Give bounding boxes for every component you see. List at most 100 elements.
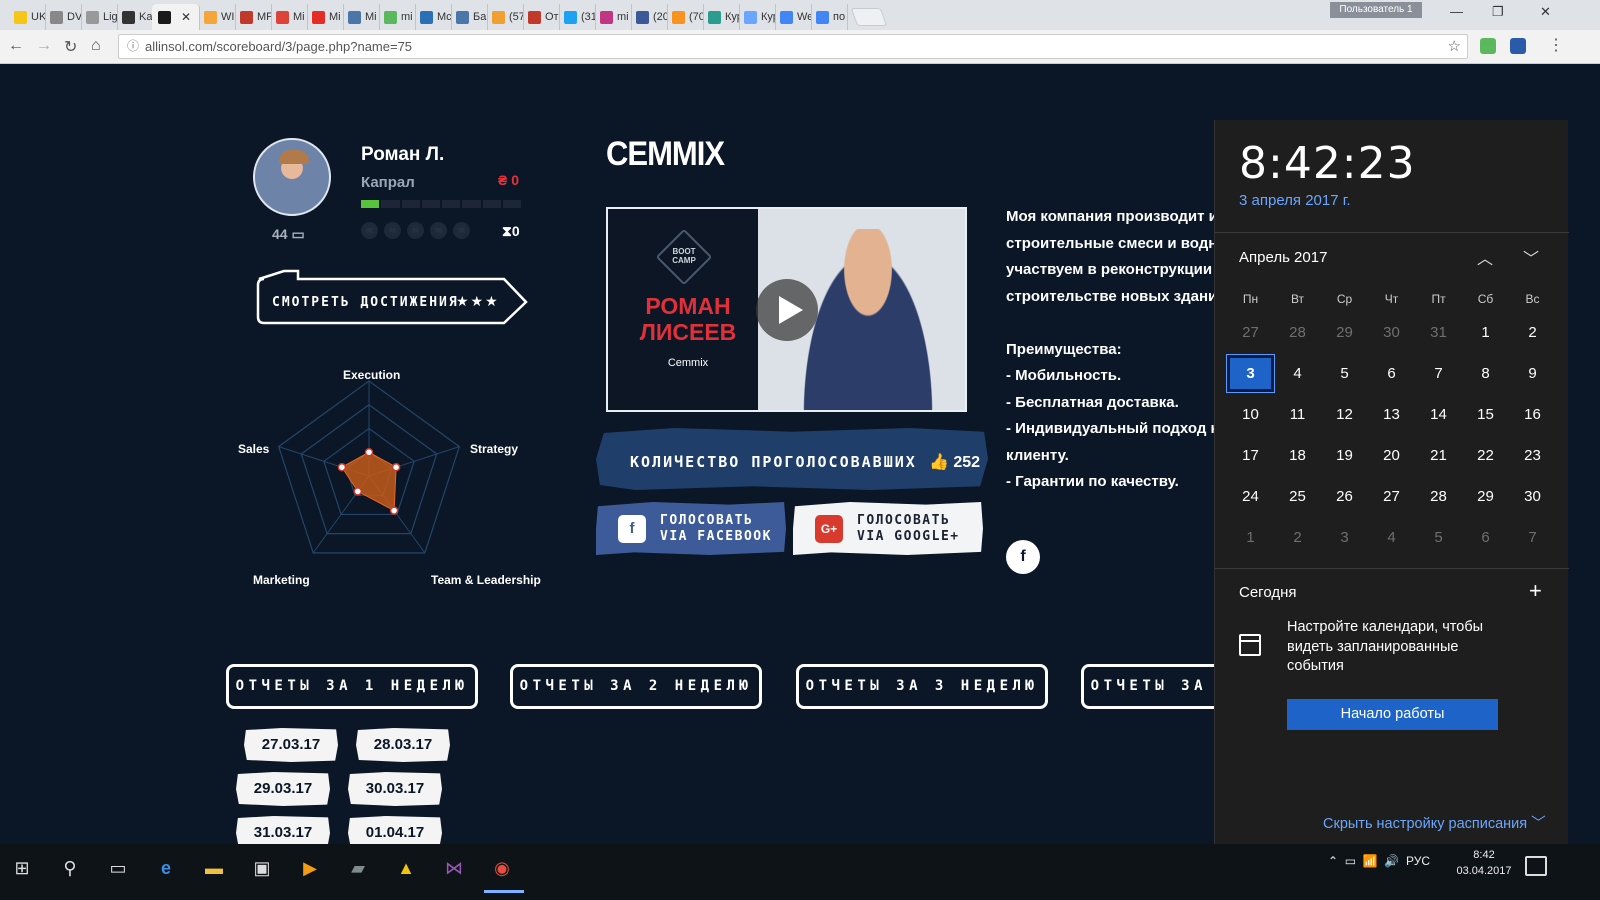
date-button[interactable]: 30.03.17 — [348, 772, 442, 806]
calendar-day[interactable]: 13 — [1368, 406, 1415, 423]
calendar-day[interactable]: 14 — [1415, 406, 1462, 423]
language-indicator[interactable]: РУС — [1406, 854, 1430, 868]
store-icon[interactable]: ▣ — [250, 856, 274, 880]
profile-chip[interactable]: Пользователь 1 — [1330, 2, 1422, 18]
chevron-up-icon[interactable]: ︿ — [1477, 245, 1493, 269]
search-icon[interactable]: ⚲ — [58, 856, 82, 880]
calendar-day[interactable]: 27 — [1227, 324, 1274, 341]
week-3-reports-button[interactable]: ОТЧЕТЫ ЗА 3 НЕДЕЛЮ — [796, 664, 1048, 709]
browser-tab[interactable]: mi — [594, 4, 632, 30]
calendar-day[interactable]: 15 — [1462, 406, 1509, 423]
calendar-day[interactable]: 8 — [1462, 365, 1509, 382]
edge-icon[interactable]: e — [154, 856, 178, 880]
calendar-day[interactable]: 28 — [1415, 488, 1462, 505]
calendar-day[interactable]: 29 — [1462, 488, 1509, 505]
date-button[interactable]: 31.03.17 — [236, 816, 330, 844]
taskbar-clock[interactable]: 8:42 03.04.2017 — [1456, 847, 1512, 879]
calendar-day[interactable]: 6 — [1368, 365, 1415, 382]
date-button[interactable]: 29.03.17 — [236, 772, 330, 806]
browser-tab[interactable]: Mc — [414, 4, 452, 30]
facebook-share-icon[interactable]: f — [1006, 540, 1040, 574]
file-explorer-icon[interactable]: ▬ — [202, 856, 226, 880]
calendar-day[interactable]: 7 — [1415, 365, 1462, 382]
calendar-day[interactable]: 5 — [1321, 365, 1368, 382]
calendar-day[interactable]: 20 — [1368, 447, 1415, 464]
calendar-day[interactable]: 28 — [1274, 324, 1321, 341]
calendar-day[interactable]: 10 — [1227, 406, 1274, 423]
vote-facebook-button[interactable]: f ГОЛОСОВАТЬ VIA FACEBOOK — [596, 502, 786, 555]
week-2-reports-button[interactable]: ОТЧЕТЫ ЗА 2 НЕДЕЛЮ — [510, 664, 762, 709]
app-icon[interactable]: ▰ — [346, 856, 370, 880]
calendar-day[interactable]: 21 — [1415, 447, 1462, 464]
home-icon[interactable]: ⌂ — [91, 37, 101, 55]
calendar-day[interactable]: 1 — [1227, 529, 1274, 546]
view-achievements-button[interactable]: СМОТРЕТЬ ДОСТИЖЕНИЯ ★★★ — [256, 267, 528, 325]
browser-tab[interactable]: Mi — [342, 4, 380, 30]
calendar-day[interactable]: 16 — [1509, 406, 1556, 423]
calendar-day[interactable]: 18 — [1274, 447, 1321, 464]
system-tray[interactable]: ⌃ ▭ 📶 🔊 РУС — [1328, 854, 1430, 868]
calendar-day[interactable]: 12 — [1321, 406, 1368, 423]
browser-tab[interactable]: DV — [44, 4, 82, 30]
calendar-day[interactable]: 19 — [1321, 447, 1368, 464]
menu-icon[interactable]: ⋮ — [1548, 35, 1564, 55]
calendar-day[interactable]: 31 — [1415, 324, 1462, 341]
chevron-down-icon[interactable]: ﹀ — [1523, 245, 1539, 269]
task-view-icon[interactable]: ▭ — [106, 856, 130, 880]
calendar-day[interactable]: 3 — [1226, 354, 1275, 393]
get-started-button[interactable]: Начало работы — [1287, 699, 1498, 730]
close-window-icon[interactable]: ✕ — [1540, 4, 1551, 20]
url-input[interactable]: ⓘ allinsol.com/scoreboard/3/page.php?nam… — [118, 34, 1468, 59]
calendar-month-label[interactable]: Апрель 2017 — [1239, 249, 1327, 266]
forward-icon[interactable]: → — [36, 37, 52, 55]
calendar-day[interactable]: 1 — [1462, 324, 1509, 341]
clock-date-link[interactable]: 3 апреля 2017 г. — [1239, 192, 1351, 209]
date-button[interactable]: 01.04.17 — [348, 816, 442, 844]
close-tab-icon[interactable]: ✕ — [181, 10, 191, 24]
vote-google-button[interactable]: G+ ГОЛОСОВАТЬ VIA GOOGLE+ — [793, 502, 983, 555]
browser-tab[interactable]: mi — [378, 4, 416, 30]
calendar-day[interactable]: 4 — [1368, 529, 1415, 546]
avast-icon[interactable]: ▲ — [394, 856, 418, 880]
calendar-day[interactable]: 7 — [1509, 529, 1556, 546]
browser-tab[interactable]: Mi — [270, 4, 308, 30]
browser-tab[interactable]: Lig — [80, 4, 118, 30]
new-tab-button[interactable] — [850, 8, 888, 26]
calendar-day[interactable]: 23 — [1509, 447, 1556, 464]
calendar-day[interactable]: 30 — [1368, 324, 1415, 341]
extension-icon[interactable] — [1480, 38, 1496, 54]
play-icon[interactable] — [756, 279, 818, 341]
calendar-day[interactable]: 9 — [1509, 365, 1556, 382]
reload-icon[interactable]: ↻ — [64, 37, 77, 57]
calendar-day[interactable]: 24 — [1227, 488, 1274, 505]
calendar-day[interactable]: 26 — [1321, 488, 1368, 505]
download-icon[interactable] — [1510, 38, 1526, 54]
calendar-day[interactable]: 17 — [1227, 447, 1274, 464]
browser-tab[interactable]: ✕ — [152, 4, 200, 30]
browser-tab[interactable]: (31 — [558, 4, 596, 30]
browser-tab[interactable]: We — [774, 4, 812, 30]
browser-tab[interactable]: UK — [8, 4, 46, 30]
calendar-day[interactable]: 4 — [1274, 365, 1321, 382]
bookmark-star-icon[interactable]: ☆ — [1448, 35, 1461, 58]
browser-tab[interactable]: Кур — [702, 4, 740, 30]
maximize-icon[interactable]: ❐ — [1492, 4, 1504, 20]
browser-tab[interactable]: Кур — [738, 4, 776, 30]
browser-tab[interactable]: (70 — [666, 4, 704, 30]
calendar-day[interactable]: 27 — [1368, 488, 1415, 505]
browser-tab[interactable]: От — [522, 4, 560, 30]
media-player-icon[interactable]: ▶ — [298, 856, 322, 880]
chrome-icon[interactable]: ◉ — [490, 856, 514, 880]
calendar-day[interactable]: 29 — [1321, 324, 1368, 341]
browser-tab[interactable]: Mi — [306, 4, 344, 30]
calendar-day[interactable]: 3 — [1321, 529, 1368, 546]
browser-tab[interactable]: Ka — [116, 4, 154, 30]
info-icon[interactable]: ⓘ — [127, 35, 139, 58]
windows-start-icon[interactable]: ⊞ — [10, 856, 34, 880]
calendar-day[interactable]: 30 — [1509, 488, 1556, 505]
visual-studio-icon[interactable]: ⋈ — [442, 856, 466, 880]
browser-tab[interactable]: MF — [234, 4, 272, 30]
date-button[interactable]: 27.03.17 — [244, 728, 338, 762]
hide-schedule-link[interactable]: Скрыть настройку расписания ﹀ — [1323, 812, 1546, 833]
calendar-day[interactable]: 2 — [1509, 324, 1556, 341]
